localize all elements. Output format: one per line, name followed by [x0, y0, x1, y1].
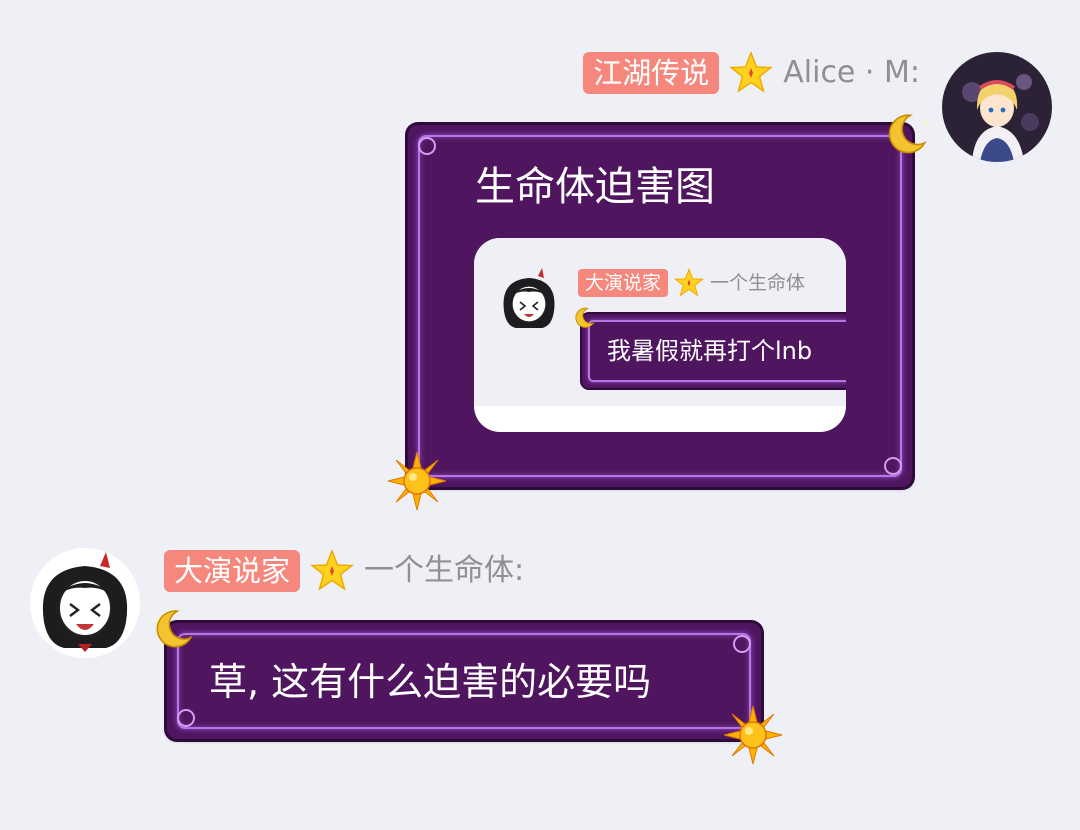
corner-swirl — [733, 635, 751, 653]
message-text: 草, 这有什么迫害的必要吗 — [209, 660, 652, 704]
star-icon — [729, 51, 774, 95]
alice-sender-header: 江湖传说 Alice · M: — [583, 51, 920, 95]
quoted-message-card[interactable]: 大演说家 一个生命体 我暑假就再打个lnb — [474, 238, 846, 432]
sun-icon — [722, 704, 784, 770]
sender-title-badge: 大演说家 — [164, 550, 301, 592]
sun-icon — [386, 450, 448, 516]
message-bubble[interactable]: 草, 这有什么迫害的必要吗 — [167, 623, 761, 739]
chibi-avatar[interactable] — [30, 548, 140, 658]
moon-icon — [572, 306, 596, 334]
alice-avatar[interactable] — [942, 52, 1052, 162]
corner-swirl — [418, 137, 436, 155]
quoted-message-text: 我暑假就再打个lnb — [607, 337, 813, 365]
moon-icon — [884, 112, 928, 160]
quoted-sender-badge: 大演说家 — [578, 269, 669, 297]
alice-avatar-image — [942, 52, 1052, 162]
star-icon — [674, 268, 705, 298]
sender-name: Alice · M: — [783, 55, 920, 90]
corner-swirl — [884, 457, 902, 475]
message-title: 生命体迫害图 — [475, 164, 715, 210]
sender-title-badge: 江湖传说 — [583, 52, 720, 94]
chibi-avatar-image — [30, 548, 140, 658]
moon-icon — [152, 608, 194, 654]
corner-swirl — [177, 709, 195, 727]
sender-name: 一个生命体: — [364, 553, 525, 588]
quoted-message-bubble: 我暑假就再打个lnb — [582, 314, 846, 388]
chibi-sender-header: 大演说家 一个生命体: — [164, 549, 525, 593]
message-bubble[interactable]: 生命体迫害图 大演说家 一个生命体 我暑假就再打个lnb — [408, 125, 912, 487]
quoted-sender-header: 大演说家 一个生命体 — [578, 268, 805, 298]
quoted-sender-name: 一个生命体 — [710, 272, 806, 294]
quoted-sender-avatar — [494, 266, 564, 336]
star-icon — [310, 549, 355, 593]
